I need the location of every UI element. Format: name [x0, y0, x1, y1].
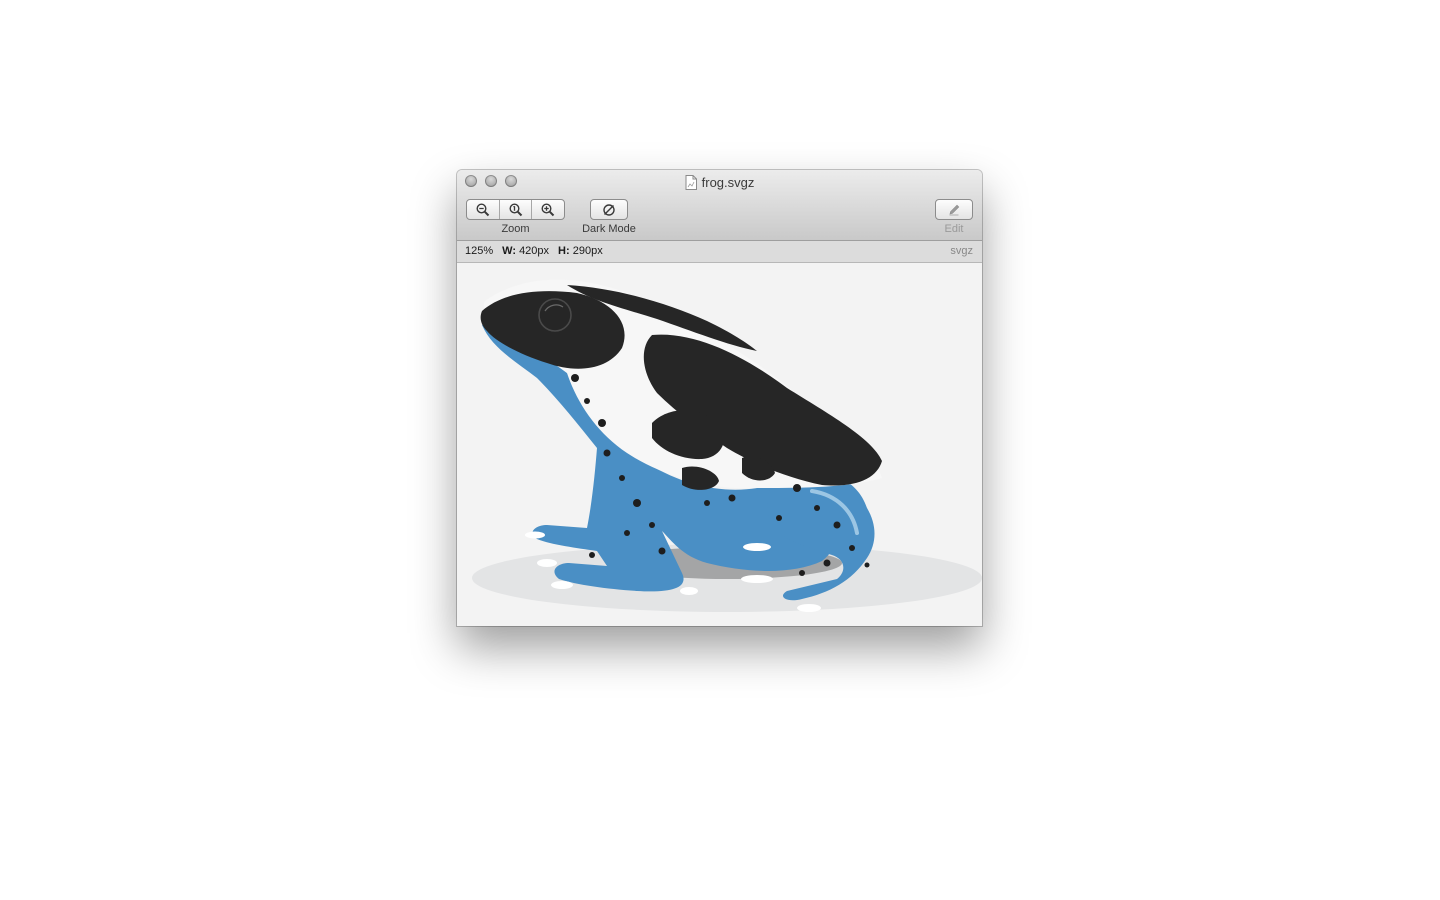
frog-spot — [589, 552, 595, 558]
window-title: frog.svgz — [701, 174, 755, 190]
frog-spot — [728, 494, 736, 502]
frog-spot — [704, 500, 710, 506]
width-value: 420px — [519, 245, 550, 257]
actual-size-icon — [508, 202, 522, 216]
frog-spot — [776, 515, 782, 521]
dark-mode-icon — [603, 203, 615, 216]
zoom-in-button[interactable] — [532, 200, 564, 219]
file-format: svgz — [950, 245, 973, 257]
height-key: H: — [558, 245, 570, 257]
width-info: W: 420px — [502, 245, 549, 257]
zoom-in-icon — [541, 202, 555, 216]
frog-spot — [814, 505, 820, 511]
frog-toe-3 — [551, 581, 573, 589]
frog-spot — [658, 547, 666, 555]
frog-spot — [864, 562, 870, 568]
frog-spot — [649, 522, 655, 528]
desktop: frog.svgz Zoom Dark Mode Edit 125% W: 42… — [0, 0, 1440, 900]
frog-spot — [793, 484, 801, 492]
frog-spot — [849, 545, 855, 551]
frog-spot — [603, 449, 611, 457]
window-title-area: frog.svgz — [457, 172, 982, 192]
pencil-icon — [949, 204, 960, 215]
zoom-label: Zoom — [501, 223, 530, 235]
zoom-level: 125% — [465, 245, 494, 257]
titlebar[interactable]: frog.svgz Zoom Dark Mode Edit — [457, 170, 982, 241]
image-info-bar: 125% W: 420px H: 290px svgz — [457, 241, 982, 263]
width-key: W: — [502, 245, 516, 257]
height-info: H: 290px — [558, 245, 603, 257]
frog-toe-2 — [537, 559, 557, 567]
height-value: 290px — [572, 245, 603, 257]
frog-spot — [584, 398, 590, 404]
frog-spot — [598, 419, 606, 427]
image-info: 125% W: 420px H: 290px — [465, 245, 603, 257]
frog-illustration — [472, 279, 982, 612]
document-icon — [685, 174, 697, 190]
zoom-out-icon — [476, 202, 490, 216]
zoom-segmented-control — [466, 199, 565, 220]
dark-mode-button[interactable] — [590, 199, 628, 220]
frog-spot — [571, 374, 579, 382]
frog-toe-4 — [680, 587, 698, 595]
frog-toe-1 — [525, 531, 545, 539]
frog-spot — [619, 475, 625, 481]
zoom-out-button[interactable] — [467, 200, 500, 219]
preview-window: frog.svgz Zoom Dark Mode Edit 125% W: 42… — [457, 170, 982, 626]
frog-spot — [633, 499, 641, 507]
actual-size-button[interactable] — [500, 200, 533, 219]
frog-toe-7 — [797, 604, 821, 612]
image-canvas — [457, 263, 982, 626]
frog-spot — [823, 559, 831, 567]
frog-toe-6 — [741, 575, 773, 583]
frog-toe-5 — [743, 543, 771, 551]
edit-label: Edit — [944, 223, 964, 235]
edit-button[interactable] — [935, 199, 973, 220]
frog-spot — [799, 570, 805, 576]
dark-mode-label: Dark Mode — [582, 223, 636, 235]
frog-spot — [833, 521, 841, 529]
frog-spot — [624, 530, 630, 536]
